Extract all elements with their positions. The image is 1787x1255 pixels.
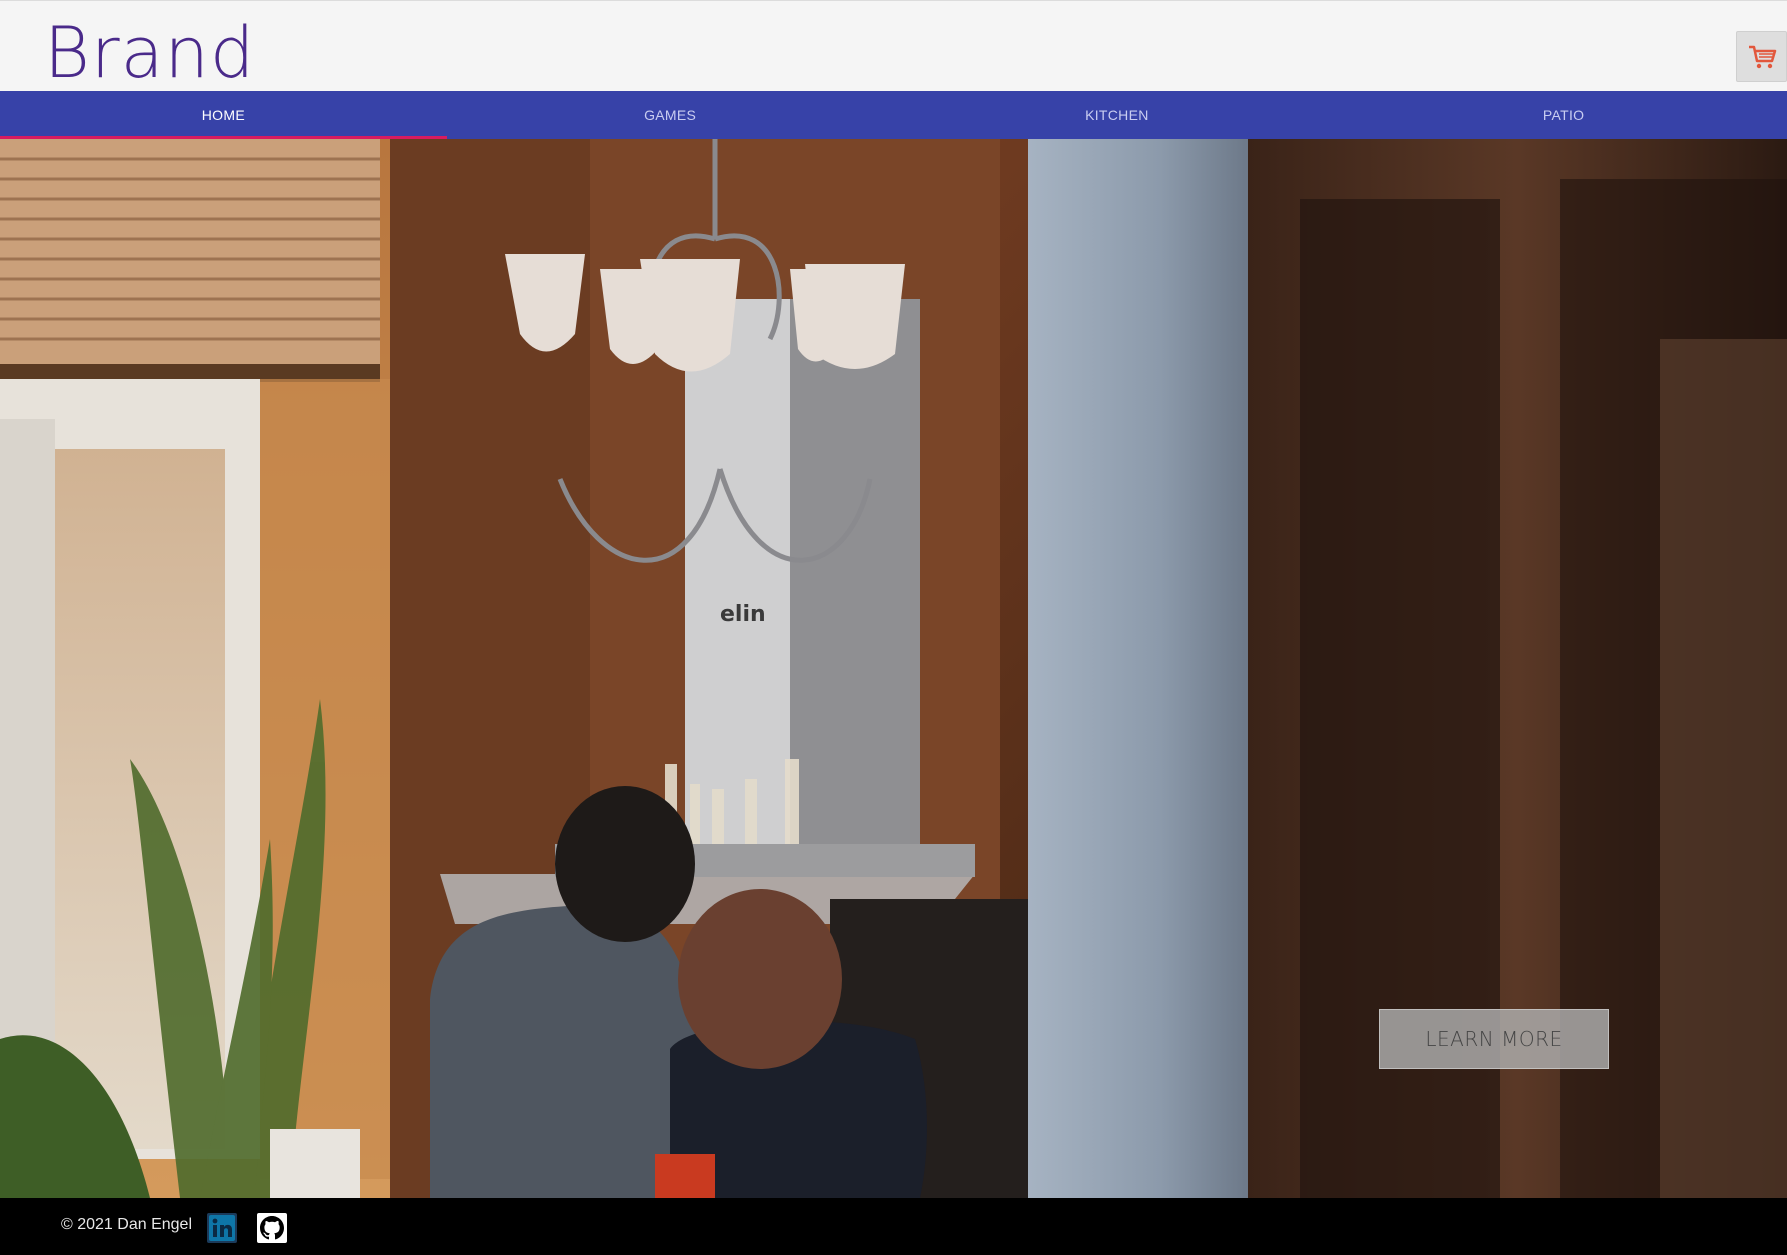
github-icon <box>260 1216 284 1240</box>
main-nav: HOME GAMES KITCHEN PATIO <box>0 91 1787 139</box>
brand-logo[interactable]: Brand <box>44 13 255 93</box>
nav-item-kitchen[interactable]: KITCHEN <box>894 91 1341 139</box>
linkedin-icon <box>209 1215 235 1241</box>
nav-item-home[interactable]: HOME <box>0 91 447 139</box>
nav-item-patio[interactable]: PATIO <box>1340 91 1787 139</box>
linkedin-link[interactable] <box>207 1213 237 1243</box>
nav-item-games[interactable]: GAMES <box>447 91 894 139</box>
hero-section: elin LEARN MORE <box>0 139 1787 1198</box>
github-link[interactable] <box>257 1213 287 1243</box>
shopping-cart-icon <box>1748 45 1776 68</box>
learn-more-button[interactable]: LEARN MORE <box>1379 1009 1609 1069</box>
hood-brand-text: elin <box>720 602 766 627</box>
site-header: Brand <box>0 0 1787 93</box>
cart-button[interactable] <box>1736 31 1787 82</box>
copyright-text: © 2021 Dan Engel <box>61 1216 192 1233</box>
site-footer: © 2021 Dan Engel <box>0 1198 1787 1255</box>
